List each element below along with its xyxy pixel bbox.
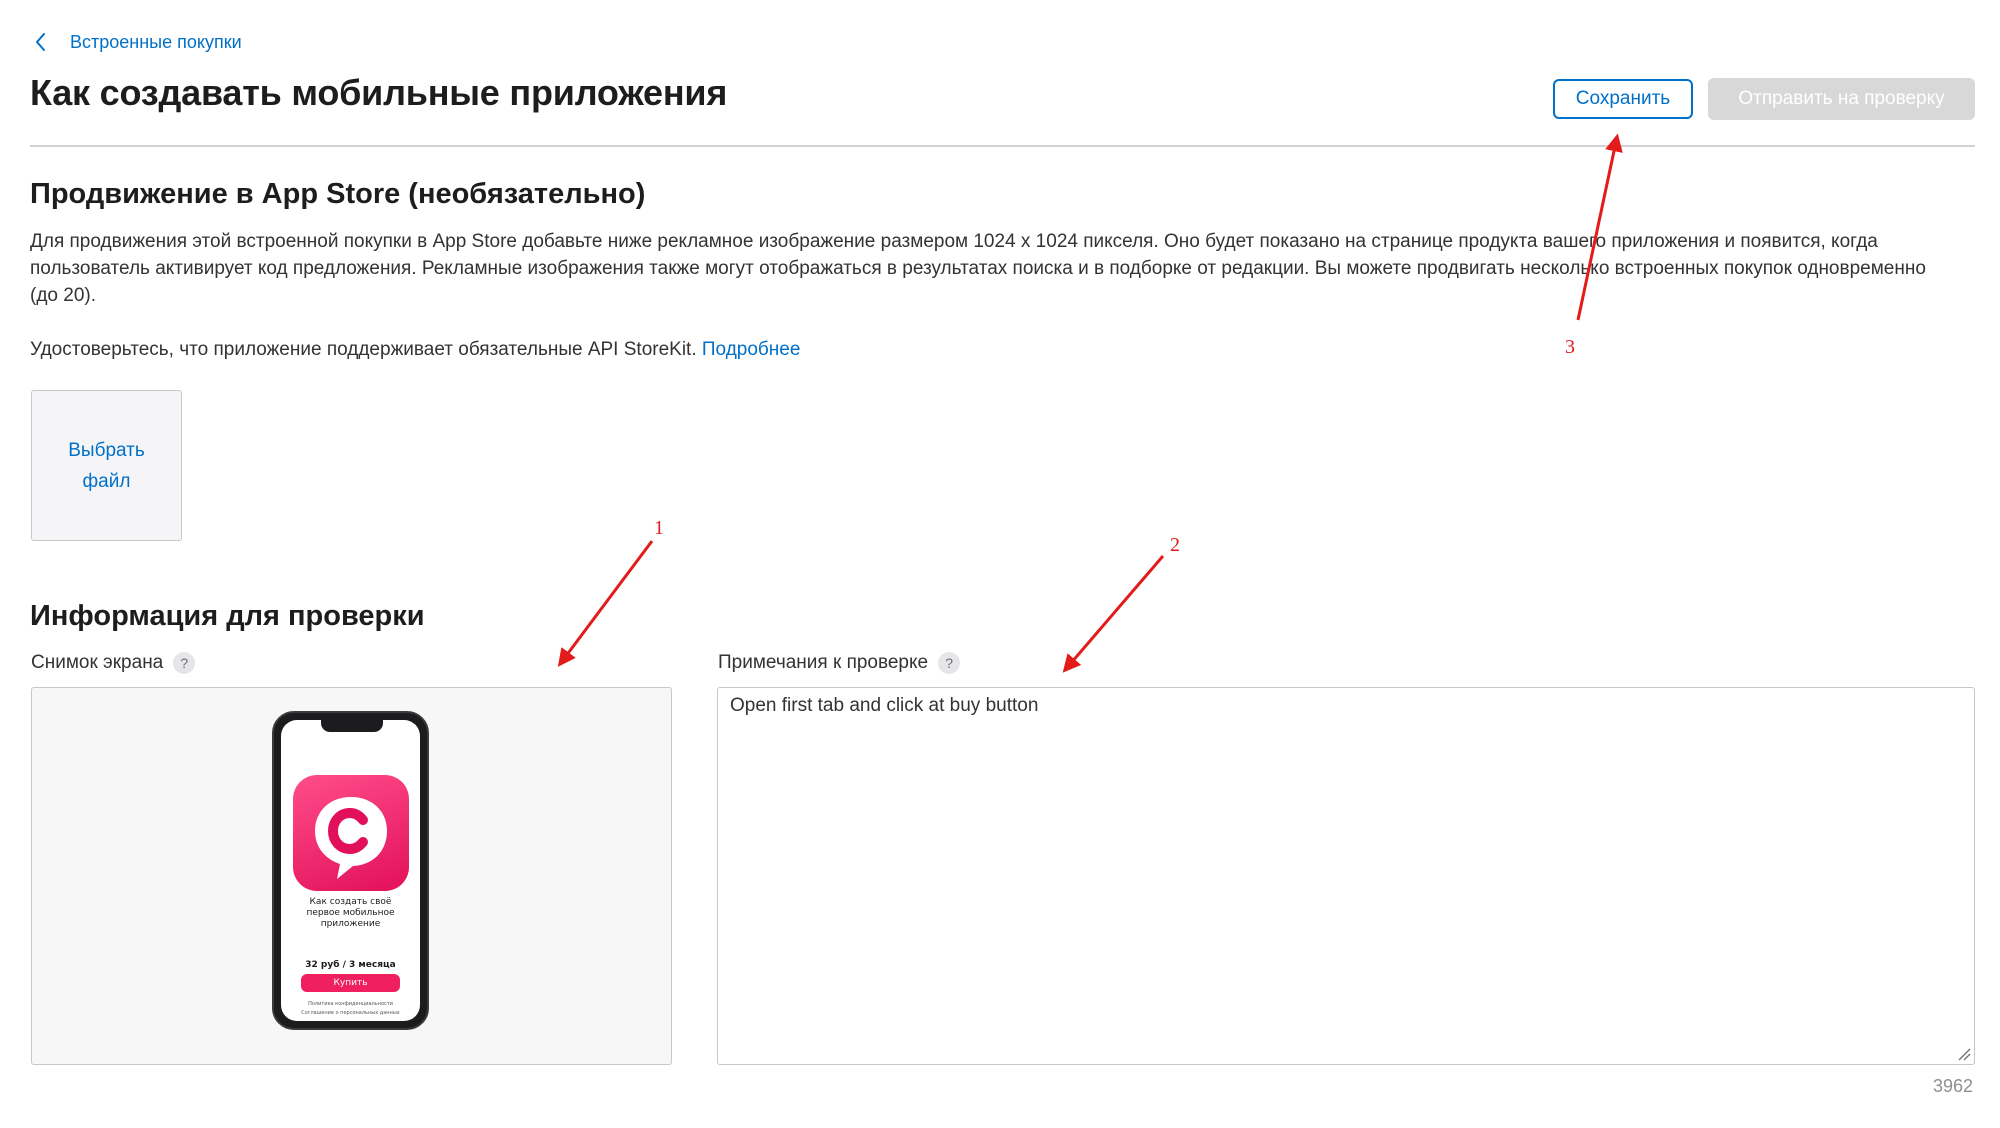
character-count: 3962 (1932, 1076, 1973, 1096)
promo-description: Для продвижения этой встроенной покупки … (30, 231, 1926, 306)
choose-file-label-2: файл (82, 470, 131, 492)
choose-file-button[interactable]: Выбрать файл (31, 390, 182, 541)
phone-terms-text: Соглашение о персональных данных (301, 1010, 400, 1016)
review-section-title: Информация для проверки (30, 600, 425, 632)
annotation-arrow-1 (557, 540, 654, 667)
storekit-note: Удостоверьтесь, что приложение поддержив… (30, 336, 800, 363)
chevron-left-icon (30, 31, 52, 53)
breadcrumb-label[interactable]: Встроенные покупки (70, 32, 242, 53)
promo-section-title: Продвижение в App Store (необязательно) (30, 178, 646, 210)
screenshot-label-text: Снимок экрана (31, 652, 164, 673)
phone-screen: Как создать своё первое мобильное прилож… (281, 720, 420, 1021)
annotation-arrow-2 (1062, 555, 1165, 673)
help-icon[interactable]: ? (938, 652, 961, 674)
app-logo-icon (293, 775, 409, 891)
notes-field-label: Примечания к проверке ? (718, 652, 961, 674)
phone-privacy-text: Политика конфиденциальности (308, 1001, 393, 1007)
choose-file-label-1: Выбрать (68, 439, 145, 461)
annotation-number-1: 1 (654, 517, 664, 539)
header-divider (30, 145, 1975, 147)
save-button[interactable]: Сохранить (1553, 79, 1693, 119)
learn-more-link[interactable]: Подробнее (702, 339, 801, 360)
screenshot-field-label: Снимок экрана ? (31, 652, 196, 674)
storekit-note-text: Удостоверьтесь, что приложение поддержив… (30, 339, 697, 360)
breadcrumb[interactable]: Встроенные покупки (30, 30, 242, 54)
page-title: Как создавать мобильные приложения (30, 72, 728, 113)
phone-buy-button: Купить (301, 974, 400, 992)
resize-grip-icon[interactable] (1957, 1047, 1971, 1061)
annotation-number-2: 2 (1170, 534, 1180, 556)
help-icon[interactable]: ? (173, 652, 196, 674)
annotation-number-3: 3 (1565, 336, 1575, 358)
phone-product-title: Как создать своё первое мобильное прилож… (306, 897, 395, 929)
phone-screenshot-image: Как создать своё первое мобильное прилож… (272, 711, 429, 1030)
phone-product-price: 32 руб / 3 месяца (305, 960, 396, 970)
review-notes-input[interactable]: Open first tab and click at buy button (717, 687, 1975, 1065)
submit-for-review-button[interactable]: Отправить на проверку (1708, 78, 1975, 120)
notes-label-text: Примечания к проверке (718, 652, 929, 673)
phone-notch (321, 720, 383, 732)
